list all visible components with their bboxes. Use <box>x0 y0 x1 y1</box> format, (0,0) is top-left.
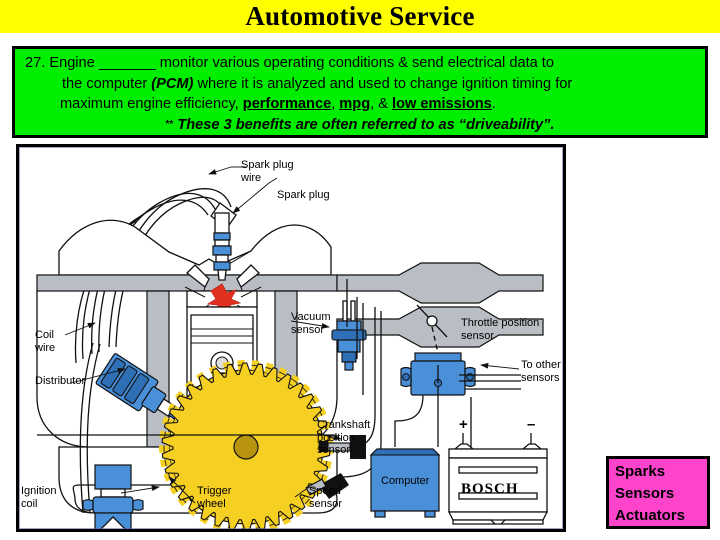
to-other-sensors-label: To other sensors <box>521 359 561 384</box>
trigger-wheel-hub <box>233 434 259 460</box>
statement-line-3: maximum engine efficiency, performance , … <box>22 94 698 115</box>
title-banner: Automotive Service <box>0 0 720 33</box>
computer-label: Computer <box>381 475 430 487</box>
distributor-label: Distributor <box>35 375 86 387</box>
vacuum-sensor-label: Vacuum sensor <box>291 311 331 336</box>
statement-driveability-note: These 3 benefits are often referred to a… <box>173 116 555 133</box>
benefit-performance: performance <box>242 96 332 112</box>
coil-wire-label: Coil wire <box>35 329 56 354</box>
trigger-wheel-label: Trigger wheel <box>197 485 232 510</box>
statement-line-1: 27. Engine _______ monitor various opera… <box>22 53 698 74</box>
throttle-position-sensor-label: Throttle position sensor <box>461 317 540 342</box>
speed-sensor-label: Speed sensor <box>309 485 343 510</box>
statement-line2-part-b: where it is analyzed and used to change … <box>193 75 573 92</box>
callout-actuators: Actuators <box>615 507 686 524</box>
benefit-mpg: mpg <box>339 96 371 112</box>
callout-sparks: Sparks <box>615 463 666 480</box>
spark-plug-wire-label: Spark plug wire <box>241 159 294 184</box>
statement-pcm-term: (PCM) <box>151 75 194 92</box>
statement-line-4: ** These 3 benefits are often referred t… <box>22 115 698 136</box>
statement-line1-part-b: monitor various operating conditions & s… <box>155 55 554 71</box>
statement-line1-part-a: 27. Engine <box>25 55 99 71</box>
key-terms-callout: Sparks Sensors Actuators <box>606 456 710 529</box>
crankshaft-position-sensor-label: Crankshaft position sensor <box>317 419 371 456</box>
statement-text: 27. Engine _______ monitor various opera… <box>22 53 698 135</box>
slide-canvas: Automotive Service 27. Engine _______ mo… <box>0 0 720 540</box>
ignition-system-diagram: .ol { fill:none; stroke:#111; stroke-wid… <box>16 144 566 532</box>
statement-line-2: the computer (PCM) where it is analyzed … <box>22 74 698 95</box>
battery-brand-label: BOSCH <box>461 481 519 497</box>
statement-line3-comma-2: , & <box>370 96 393 112</box>
statement-line2-part-a: the computer <box>62 75 152 92</box>
statement-box: 27. Engine _______ monitor various opera… <box>12 46 708 138</box>
callout-sensors: Sensors <box>615 485 675 502</box>
page-title: Automotive Service <box>245 1 475 31</box>
ignition-coil-label: Ignition coil <box>21 485 57 510</box>
statement-line3-end: . <box>491 96 496 112</box>
statement-line3-part-a: maximum engine efficiency, <box>60 96 243 112</box>
battery-positive-terminal-label: + <box>459 416 468 433</box>
benefit-low-emissions: low emissions <box>392 96 492 112</box>
battery-negative-terminal-label: – <box>527 416 536 433</box>
statement-blank: _______ <box>98 55 156 71</box>
spark-plug-label: Spark plug <box>277 189 330 201</box>
